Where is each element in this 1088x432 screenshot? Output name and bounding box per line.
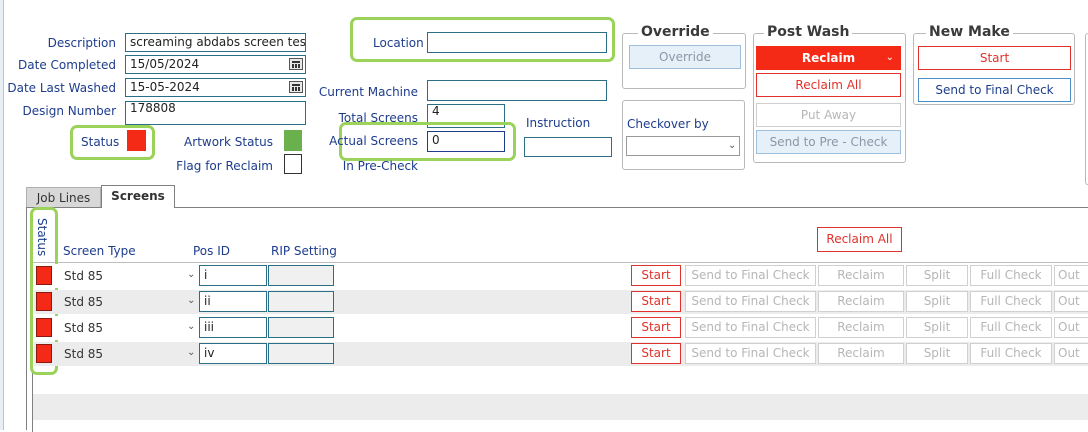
row-out-button[interactable]: Out bbox=[1054, 265, 1088, 286]
table-row: Std 85 ⌄ iii Start Send to Final Check Reclai… bbox=[34, 316, 1088, 340]
rip-setting-header: RIP Setting bbox=[271, 244, 337, 258]
chevron-down-icon[interactable]: ⌄ bbox=[187, 269, 195, 280]
flag-for-reclaim-label: Flag for Reclaim bbox=[176, 159, 273, 173]
pos-id-field[interactable]: i bbox=[199, 265, 267, 286]
row-full-check-button[interactable]: Full Check bbox=[970, 291, 1052, 312]
row-full-check-button[interactable]: Full Check bbox=[970, 317, 1052, 338]
status-column-header: Status bbox=[35, 218, 49, 257]
actual-screens-field[interactable]: 0 bbox=[427, 131, 505, 152]
date-last-washed-label: Date Last Washed bbox=[7, 81, 116, 95]
empty-row-alt bbox=[33, 394, 1088, 420]
row-send-to-final-check-button[interactable]: Send to Final Check bbox=[685, 291, 816, 312]
chevron-down-icon: ⌄ bbox=[885, 52, 894, 63]
in-pre-check-label: In Pre-Check bbox=[342, 159, 418, 173]
row-split-button[interactable]: Split bbox=[906, 317, 968, 338]
row-split-button[interactable]: Split bbox=[906, 265, 968, 286]
row-start-button[interactable]: Start bbox=[631, 343, 681, 364]
row-send-to-final-check-button[interactable]: Send to Final Check bbox=[685, 343, 816, 364]
rip-setting-field[interactable] bbox=[268, 343, 334, 364]
row-full-check-button[interactable]: Full Check bbox=[970, 343, 1052, 364]
rip-setting-field[interactable] bbox=[268, 317, 334, 338]
row-start-button[interactable]: Start bbox=[631, 265, 681, 286]
row-reclaim-button[interactable]: Reclaim bbox=[818, 265, 904, 286]
date-completed-field[interactable]: 15/05/2024 bbox=[125, 55, 306, 74]
chevron-down-icon[interactable]: ⌄ bbox=[187, 347, 195, 358]
date-completed-label: Date Completed bbox=[18, 58, 116, 72]
instruction-field[interactable] bbox=[524, 137, 612, 157]
row-status-indicator bbox=[36, 266, 52, 285]
date-last-washed-field[interactable]: 15-05-2024 bbox=[125, 78, 306, 97]
send-to-final-check-button[interactable]: Send to Final Check bbox=[918, 78, 1071, 102]
empty-row bbox=[33, 366, 1088, 390]
description-field[interactable]: screaming abdabs screen test bbox=[125, 33, 306, 52]
row-split-button[interactable]: Split bbox=[906, 291, 968, 312]
calendar-icon[interactable] bbox=[289, 81, 303, 93]
current-machine-label: Current Machine bbox=[318, 85, 418, 99]
row-out-button[interactable]: Out bbox=[1054, 343, 1088, 364]
reclaim-all-button[interactable]: Reclaim All bbox=[756, 73, 901, 97]
chevron-down-icon[interactable]: ⌄ bbox=[187, 295, 195, 306]
row-status-indicator bbox=[36, 318, 52, 337]
row-split-button[interactable]: Split bbox=[906, 343, 968, 364]
row-status-indicator bbox=[36, 344, 52, 363]
screen-type-header: Screen Type bbox=[63, 244, 136, 258]
row-start-button[interactable]: Start bbox=[631, 317, 681, 338]
table-row: Std 85 ⌄ iv Start Send to Final Check Reclaim… bbox=[34, 342, 1088, 366]
location-field[interactable] bbox=[427, 32, 607, 53]
put-away-button[interactable]: Put Away bbox=[756, 103, 901, 127]
artwork-status-label: Artwork Status bbox=[184, 135, 273, 149]
row-send-to-final-check-button[interactable]: Send to Final Check bbox=[685, 317, 816, 338]
reclaim-label: Reclaim bbox=[801, 51, 856, 65]
checkover-box bbox=[622, 100, 745, 170]
checkover-by-label: Checkover by bbox=[627, 117, 709, 131]
flag-for-reclaim-checkbox[interactable] bbox=[284, 154, 302, 174]
post-wash-title: Post Wash bbox=[764, 24, 853, 40]
row-start-button[interactable]: Start bbox=[631, 291, 681, 312]
calendar-icon[interactable] bbox=[289, 58, 303, 70]
pos-id-field[interactable]: iv bbox=[199, 343, 267, 364]
table-row: Std 85 ⌄ i Start Send to Final Check Reclaim S… bbox=[34, 264, 1088, 288]
row-out-button[interactable]: Out bbox=[1054, 317, 1088, 338]
current-machine-field[interactable] bbox=[427, 80, 607, 101]
tab-screens[interactable]: Screens bbox=[101, 185, 175, 208]
description-label: Description bbox=[47, 36, 116, 50]
reclaim-dropdown-button[interactable]: Reclaim ⌄ bbox=[756, 46, 901, 70]
row-reclaim-button[interactable]: Reclaim bbox=[818, 343, 904, 364]
row-status-indicator bbox=[36, 292, 52, 311]
location-label: Location bbox=[373, 36, 424, 50]
checkover-by-select[interactable] bbox=[626, 136, 740, 156]
grid-reclaim-all-button[interactable]: Reclaim All bbox=[817, 227, 902, 252]
rip-setting-field[interactable] bbox=[268, 265, 334, 286]
artwork-status-indicator bbox=[284, 130, 302, 151]
table-row: Std 85 ⌄ ii Start Send to Final Check Reclaim… bbox=[34, 290, 1088, 314]
chevron-down-icon[interactable]: ⌄ bbox=[728, 140, 736, 151]
override-button[interactable]: Override bbox=[629, 45, 741, 69]
design-number-field[interactable]: 178808 bbox=[125, 101, 306, 125]
new-make-title: New Make bbox=[926, 24, 1013, 40]
design-number-label: Design Number bbox=[22, 104, 116, 118]
pos-id-field[interactable]: ii bbox=[199, 291, 267, 312]
pos-id-field[interactable]: iii bbox=[199, 317, 267, 338]
row-out-button[interactable]: Out bbox=[1054, 291, 1088, 312]
start-button[interactable]: Start bbox=[918, 46, 1071, 70]
pos-id-header: Pos ID bbox=[193, 244, 230, 258]
row-send-to-final-check-button[interactable]: Send to Final Check bbox=[685, 265, 816, 286]
row-reclaim-button[interactable]: Reclaim bbox=[818, 317, 904, 338]
send-to-pre-check-button[interactable]: Send to Pre - Check bbox=[756, 130, 901, 154]
actual-screens-label: Actual Screens bbox=[329, 134, 418, 148]
row-full-check-button[interactable]: Full Check bbox=[970, 265, 1052, 286]
chevron-down-icon[interactable]: ⌄ bbox=[187, 321, 195, 332]
instruction-label: Instruction bbox=[526, 116, 591, 130]
status-label: Status bbox=[81, 135, 120, 149]
override-title: Override bbox=[638, 24, 713, 40]
tab-job-lines[interactable]: Job Lines bbox=[26, 187, 101, 207]
row-reclaim-button[interactable]: Reclaim bbox=[818, 291, 904, 312]
rip-setting-field[interactable] bbox=[268, 291, 334, 312]
status-indicator bbox=[127, 130, 146, 151]
